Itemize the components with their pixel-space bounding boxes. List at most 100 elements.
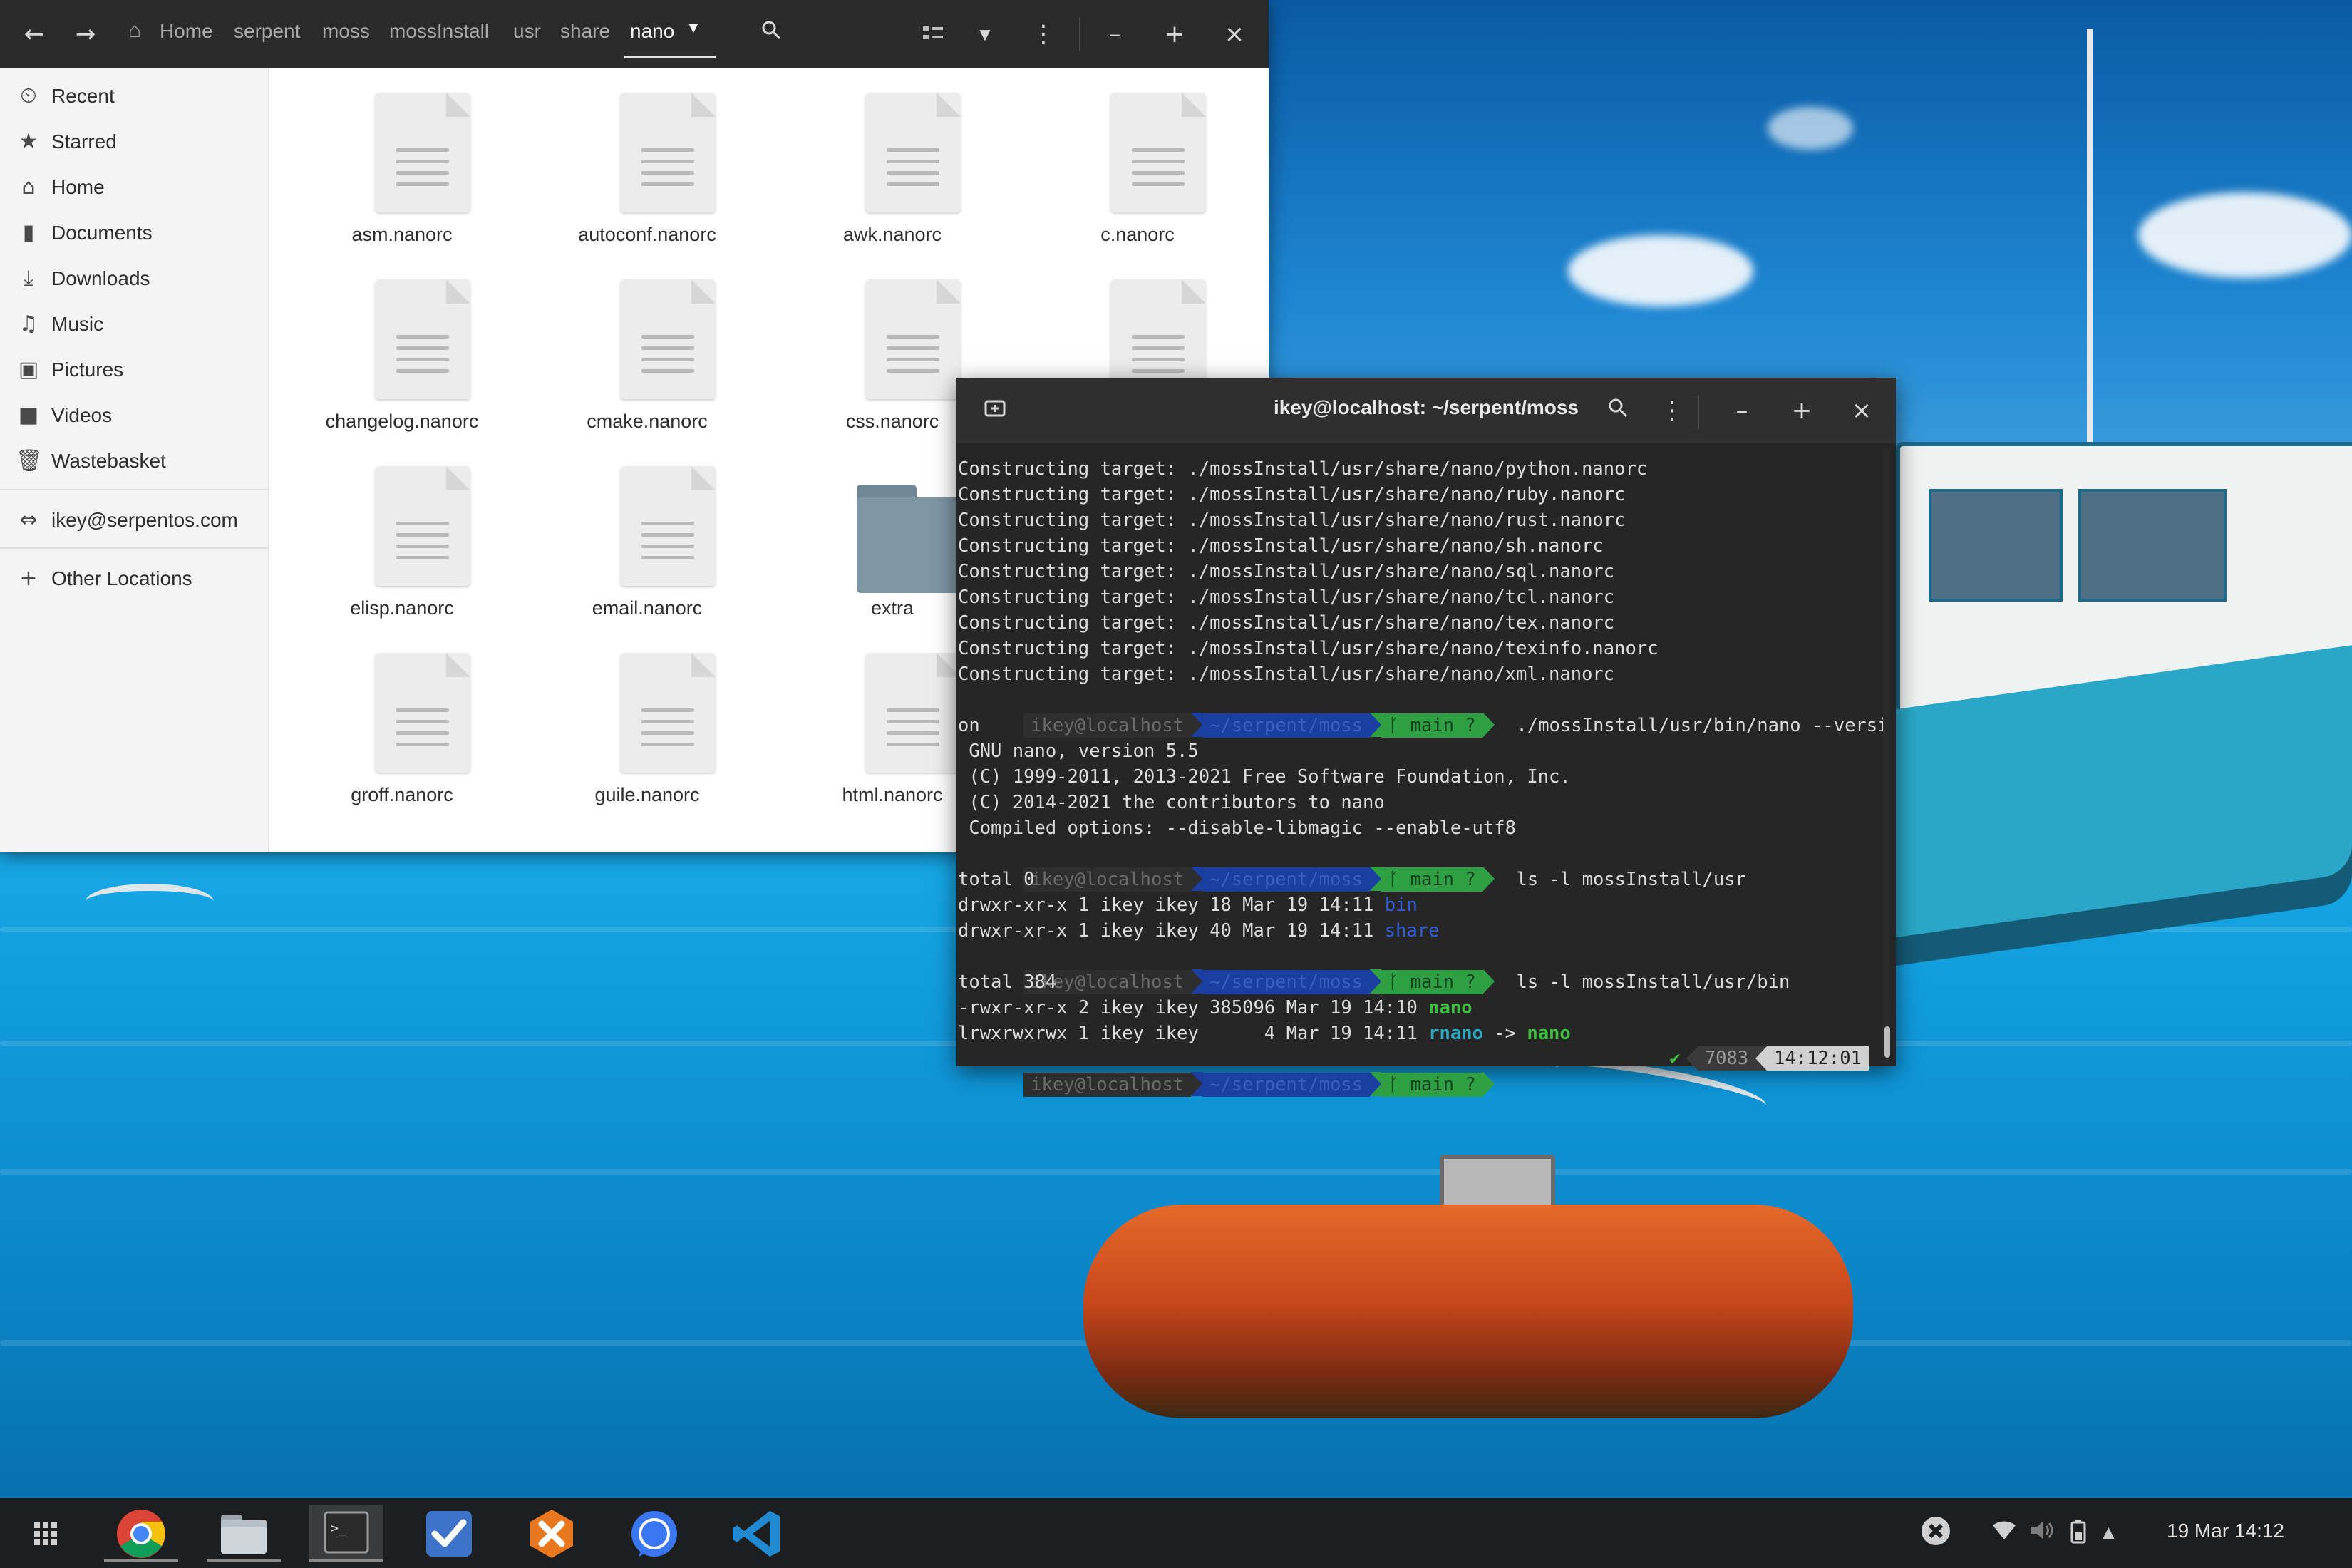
- ls-symlink-name: rnano: [1428, 1023, 1483, 1044]
- text-file-icon: [620, 653, 716, 773]
- breadcrumb-nano[interactable]: nano: [630, 20, 674, 43]
- kebab-menu-icon: ⋮: [1660, 396, 1684, 425]
- prompt-separator: [1482, 713, 1495, 737]
- close-button[interactable]: ×: [1214, 14, 1254, 54]
- file-item[interactable]: c.nanorc: [1031, 68, 1244, 247]
- file-item[interactable]: awk.nanorc: [785, 68, 999, 247]
- sidebar-item-downloads[interactable]: ⤓ Downloads: [0, 257, 268, 300]
- prompt-user: ikey@localhost: [1023, 867, 1192, 892]
- command-text: ./mossInstall/usr/bin/nano --versi: [1516, 715, 1889, 736]
- breadcrumb-mossinstall[interactable]: mossInstall: [389, 20, 489, 43]
- ls-symlink-arrow: ->: [1482, 1023, 1527, 1044]
- maximize-button[interactable]: +: [1155, 14, 1195, 54]
- terminal-search-button[interactable]: [1598, 391, 1638, 430]
- sidebar-item-starred[interactable]: ★ Starred: [0, 120, 268, 163]
- breadcrumb-current-indicator: [624, 56, 716, 58]
- chrome-app[interactable]: [104, 1505, 178, 1562]
- x-status-button[interactable]: [1917, 1512, 1954, 1555]
- file-item[interactable]: autoconf.nanorc: [540, 68, 754, 247]
- search-icon: [1609, 398, 1628, 418]
- file-item[interactable]: cmake.nanorc: [540, 255, 754, 433]
- text-file-icon: [620, 93, 716, 212]
- command-text: ls -l mossInstall/usr/bin: [1516, 971, 1790, 993]
- battery-indicator[interactable]: [2070, 1520, 2087, 1549]
- forward-button[interactable]: →: [66, 14, 105, 54]
- minimize-button[interactable]: –: [1095, 14, 1135, 54]
- breadcrumb-serpent[interactable]: serpent: [234, 20, 300, 43]
- file-item[interactable]: guile.nanorc: [540, 629, 754, 807]
- view-mode-button[interactable]: [914, 14, 954, 54]
- breadcrumb-share[interactable]: share: [560, 20, 610, 43]
- file-name: guile.nanorc: [594, 784, 700, 805]
- files-app[interactable]: [207, 1505, 281, 1562]
- sidebar-item-network[interactable]: ⇔ ikey@serpentos.com: [0, 499, 268, 542]
- boat-window: [1929, 489, 2063, 602]
- grid-icon: [34, 1522, 57, 1545]
- sidebar-item-label: Downloads: [51, 267, 150, 289]
- sidebar-item-documents[interactable]: ▮ Documents: [0, 212, 268, 254]
- chrome-icon: [117, 1510, 165, 1558]
- folder-icon: [221, 1515, 267, 1554]
- tasks-app[interactable]: [412, 1505, 486, 1562]
- music-icon: ♫: [19, 311, 38, 336]
- sidebar-item-pictures[interactable]: ▣ Pictures: [0, 349, 268, 391]
- wifi-indicator[interactable]: [1991, 1520, 2017, 1547]
- file-item[interactable]: asm.nanorc: [295, 68, 509, 247]
- boat-window: [2078, 489, 2227, 602]
- signal-app[interactable]: [617, 1505, 691, 1562]
- clock[interactable]: 19 Mar 14:12: [2167, 1520, 2284, 1542]
- header-separator: [1698, 395, 1699, 429]
- vscode-icon: [733, 1511, 780, 1557]
- volume-indicator[interactable]: [2030, 1520, 2056, 1547]
- chevron-up-icon: ▲: [2103, 1524, 2115, 1542]
- terminal-output[interactable]: Constructing target: ./mossInstall/usr/s…: [956, 446, 1888, 1097]
- branch-name: main ?: [1410, 1074, 1476, 1095]
- terminal-app[interactable]: >_: [309, 1505, 383, 1562]
- terminal-line: total 384: [958, 971, 1057, 993]
- sidebar-item-videos[interactable]: ■ Videos: [0, 394, 268, 437]
- terminal-menu-button[interactable]: ⋮: [1652, 391, 1692, 430]
- sidebar-item-recent[interactable]: ⏲ Recent: [0, 75, 268, 118]
- git-branch-icon: ᚴ: [1388, 1074, 1410, 1095]
- sidebar-item-other-locations[interactable]: + Other Locations: [0, 557, 268, 600]
- file-item[interactable]: elisp.nanorc: [295, 442, 509, 620]
- back-button[interactable]: ←: [14, 14, 54, 54]
- sidebar-item-label: Pictures: [51, 359, 124, 381]
- view-options-button[interactable]: ▼: [965, 14, 1005, 54]
- file-item[interactable]: email.nanorc: [540, 442, 754, 620]
- hexchat-app[interactable]: [515, 1505, 589, 1562]
- home-icon: ⌂: [21, 175, 36, 200]
- breadcrumb-moss[interactable]: moss: [322, 20, 370, 43]
- file-name: elisp.nanorc: [350, 597, 454, 619]
- file-name: groff.nanorc: [351, 784, 453, 805]
- text-file-icon: [865, 93, 961, 212]
- sidebar-item-label: Recent: [51, 85, 115, 107]
- ls-row: drwxr-xr-x 1 ikey ikey 40 Mar 19 14:11 s…: [958, 918, 1440, 944]
- menu-button[interactable]: ⋮: [1023, 14, 1063, 54]
- terminal-close-button[interactable]: ×: [1842, 391, 1882, 430]
- terminal-minimize-button[interactable]: –: [1722, 391, 1762, 430]
- star-icon: ★: [19, 129, 38, 154]
- prompt-separator: [1482, 969, 1495, 994]
- sidebar-item-home[interactable]: ⌂ Home: [0, 166, 268, 209]
- terminal-maximize-button[interactable]: +: [1782, 391, 1822, 430]
- terminal-scrollbar[interactable]: [1883, 449, 1890, 1063]
- text-file-icon: [865, 279, 961, 399]
- app-grid-button[interactable]: [9, 1505, 83, 1562]
- terminal-line: Constructing target: ./mossInstall/usr/s…: [958, 638, 1659, 659]
- breadcrumb-usr[interactable]: usr: [513, 20, 541, 43]
- search-button[interactable]: [751, 14, 791, 54]
- shell-prompt-current[interactable]: ikey@localhost ~/serpent/moss ᚴ main ? ✔ 70…: [958, 1046, 1882, 1097]
- signal-icon: [631, 1511, 677, 1557]
- text-file-icon: [620, 279, 716, 399]
- sidebar-item-wastebasket[interactable]: 🗑 Wastebasket: [0, 440, 268, 483]
- vscode-app[interactable]: [720, 1505, 794, 1562]
- sidebar-item-music[interactable]: ♫ Music: [0, 303, 268, 346]
- branch-name: main ?: [1410, 869, 1476, 890]
- scrollbar-thumb[interactable]: [1884, 1026, 1890, 1058]
- chevron-down-icon[interactable]: ▼: [686, 19, 701, 37]
- tray-expand-button[interactable]: ▲: [2103, 1524, 2115, 1542]
- file-item[interactable]: groff.nanorc: [295, 629, 509, 807]
- breadcrumb-home[interactable]: Home: [160, 20, 213, 43]
- file-item[interactable]: changelog.nanorc: [295, 255, 509, 433]
